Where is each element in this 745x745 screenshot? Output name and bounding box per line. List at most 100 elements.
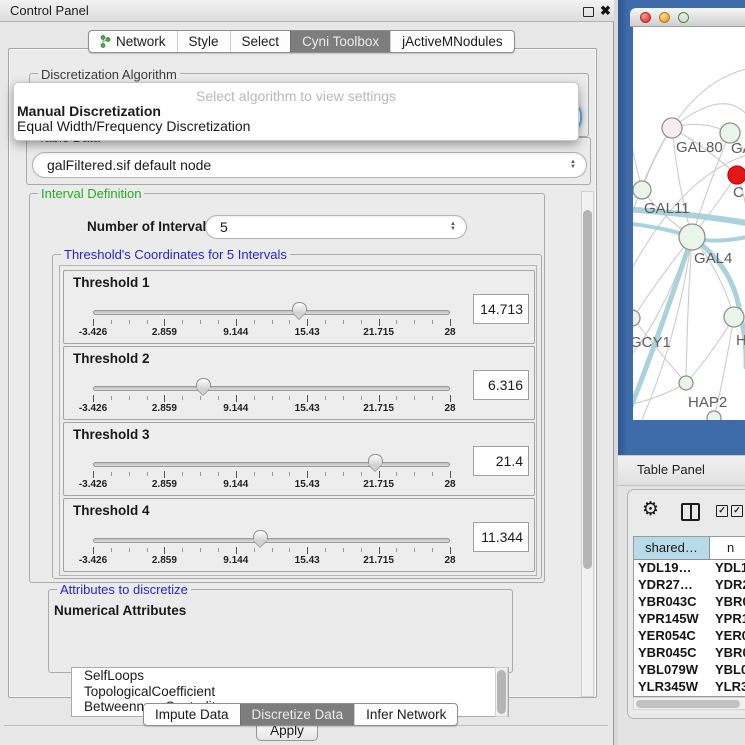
network-node-h[interactable] [724, 307, 744, 327]
number-of-intervals-combobox[interactable]: 5 ▲▼ [205, 215, 467, 239]
cell-shared-name[interactable]: YBR045C [634, 645, 710, 662]
table-panel-title: Table Panel [637, 462, 705, 477]
tab-jactivemnodules[interactable]: jActiveMNodules [390, 31, 514, 52]
table-data-combobox[interactable]: galFiltered.sif default node ▲▼ [32, 152, 587, 178]
number-of-intervals-label: Number of Intervals [87, 219, 214, 234]
node-table[interactable]: shared… n YDL19…YDL1YDR27…YDR2YBR043CYBR… [633, 536, 745, 697]
threshold-panel-4: Threshold 4-3.4262.8599.14415.4321.71528… [63, 498, 535, 572]
thresholds-group: Threshold's Coordinates for 5 Intervals … [52, 254, 542, 579]
table-horizontal-scrollbar[interactable] [633, 697, 745, 710]
content-scrollbar-thumb[interactable] [583, 210, 592, 569]
cell-name[interactable]: YBR0 [710, 645, 745, 662]
table-row[interactable]: YBR043CYBR0 [634, 594, 745, 611]
cell-shared-name[interactable]: YER054C [634, 628, 710, 645]
cell-shared-name[interactable]: YDR27… [634, 577, 710, 594]
network-node-gal80[interactable] [662, 118, 682, 138]
close-traffic-light-icon[interactable] [640, 12, 651, 23]
network-node-gal4[interactable] [679, 224, 705, 250]
network-edge[interactable] [686, 317, 734, 383]
tab-cyni-toolbox[interactable]: Cyni Toolbox [290, 31, 390, 52]
checkbox-icon[interactable]: ✓ [731, 505, 743, 517]
number-of-intervals-value: 5 [220, 219, 228, 235]
numerical-attributes-label: Numerical Attributes [54, 603, 186, 618]
cell-name[interactable]: YDL1 [710, 560, 745, 577]
tab-impute-data[interactable]: Impute Data [144, 704, 240, 725]
slider-thumb[interactable] [368, 454, 383, 471]
close-icon[interactable]: ✖ [600, 3, 611, 19]
control-panel-titlebar: Control Panel ✖ [0, 0, 614, 22]
cell-name[interactable]: YDR2 [710, 577, 745, 594]
cell-shared-name[interactable]: YPR145W [634, 611, 710, 628]
threshold-label: Threshold 2 [73, 351, 150, 366]
tab-style[interactable]: Style [177, 31, 230, 52]
zoom-traffic-light-icon[interactable] [678, 12, 689, 23]
table-hscrollbar-thumb[interactable] [636, 700, 740, 708]
network-node-gal11[interactable] [633, 181, 651, 199]
attribute-item[interactable]: TopologicalCoefficient [72, 684, 508, 700]
table-row[interactable]: YBL079WYBL0 [634, 662, 745, 679]
tab-select[interactable]: Select [230, 31, 291, 52]
table-row[interactable]: YPR145WYPR1 [634, 611, 745, 628]
tab-label: Infer Network [366, 704, 446, 725]
popup-option-equal-width-frequency[interactable]: Equal Width/Frequency Discretization [17, 118, 250, 134]
cell-name[interactable]: YBR0 [710, 594, 745, 611]
network-node-gcy1[interactable] [633, 310, 640, 326]
split-view-icon[interactable] [681, 503, 700, 521]
cell-shared-name[interactable]: YLR345W [634, 679, 710, 696]
network-canvas[interactable]: GAL80GACGAL11GAL4GCY1HHAP2 [633, 27, 745, 420]
column-header-shared-name[interactable]: shared… [634, 537, 710, 559]
cell-name[interactable]: YER0 [710, 628, 745, 645]
threshold-value-field[interactable]: 11.344 [473, 522, 529, 552]
cyni-toolbox-content: Discretization Algorithm ▲▼ Table Data g… [8, 48, 597, 698]
network-node-label: GAL80 [676, 139, 723, 156]
network-window-titlebar[interactable] [630, 8, 745, 27]
table-row[interactable]: YDR27…YDR2 [634, 577, 745, 594]
table-data-value: galFiltered.sif default node [47, 157, 211, 173]
attributes-scrollbar-thumb[interactable] [497, 670, 506, 714]
cell-shared-name[interactable]: YDL19… [634, 560, 710, 577]
table-row[interactable]: YER054CYER0 [634, 628, 745, 645]
table-row[interactable]: YDL19…YDL1 [634, 560, 745, 577]
threshold-value-field[interactable]: 14.713 [473, 294, 529, 324]
combo-stepper-icon[interactable]: ▲▼ [450, 222, 456, 232]
tab-network[interactable]: Network [89, 31, 177, 52]
table-header-row: shared… n [634, 537, 745, 560]
slider-track[interactable] [93, 462, 450, 467]
slider-thumb[interactable] [196, 378, 211, 395]
threshold-label: Threshold 4 [73, 503, 150, 518]
network-node-hap2[interactable] [679, 376, 693, 390]
maximize-icon[interactable] [583, 7, 594, 17]
network-node[interactable] [707, 411, 721, 420]
cell-shared-name[interactable]: YBR043C [634, 594, 710, 611]
network-node-label: HAP2 [688, 394, 727, 411]
network-node-label: GAL4 [694, 250, 732, 267]
tab-infer-network[interactable]: Infer Network [354, 704, 457, 725]
popup-option-manual-discretization[interactable]: Manual Discretization [17, 103, 161, 119]
slider-thumb[interactable] [253, 530, 268, 547]
slider-ticks [93, 319, 450, 327]
tab-discretize-data[interactable]: Discretize Data [240, 704, 355, 725]
table-settings-gear-icon[interactable]: ⚙ [642, 500, 659, 519]
slider-track[interactable] [93, 538, 450, 543]
column-header-name[interactable]: n [710, 537, 745, 559]
cell-name[interactable]: YPR1 [710, 611, 745, 628]
network-node-c[interactable] [728, 166, 745, 184]
combo-stepper-icon[interactable]: ▲▼ [570, 160, 576, 170]
network-node-label: GAL11 [644, 200, 690, 217]
cell-name[interactable]: YBL0 [710, 662, 745, 679]
content-scrollbar[interactable] [581, 191, 594, 697]
slider-track[interactable] [93, 386, 450, 391]
table-row[interactable]: YLR345WYLR3 [634, 679, 745, 696]
threshold-value-field[interactable]: 21.4 [473, 446, 529, 476]
cell-name[interactable]: YLR3 [710, 679, 745, 696]
checkbox-icon[interactable]: ✓ [716, 505, 728, 517]
cell-shared-name[interactable]: YBL079W [634, 662, 710, 679]
table-row[interactable]: YBR045CYBR0 [634, 645, 745, 662]
attribute-item[interactable]: SelfLoops [72, 668, 508, 684]
attributes-list-scrollbar[interactable] [495, 667, 508, 717]
slider-track[interactable] [93, 310, 450, 315]
network-node-label: H [736, 332, 745, 349]
minimize-traffic-light-icon[interactable] [659, 12, 670, 23]
threshold-value-field[interactable]: 6.316 [473, 370, 529, 400]
slider-thumb[interactable] [292, 302, 307, 319]
